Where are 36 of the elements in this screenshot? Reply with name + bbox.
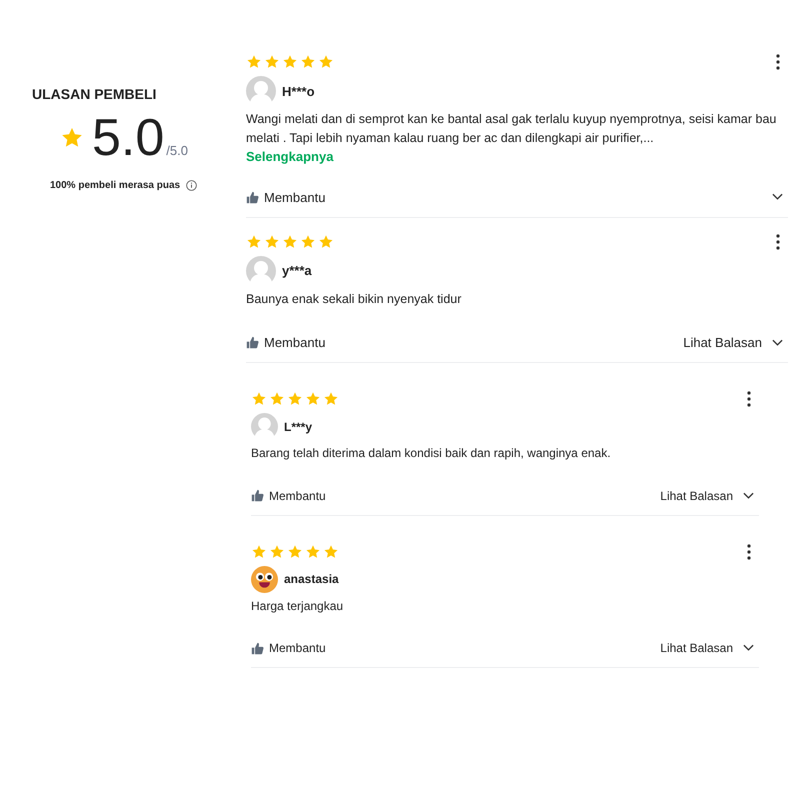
more-options-icon[interactable] (747, 391, 751, 408)
view-replies-link[interactable]: Lihat Balasan (660, 488, 733, 503)
avatar-icon (246, 76, 276, 106)
rating-scale: /5.0 (166, 143, 188, 158)
emoji-avatar-icon (251, 566, 278, 593)
avatar-icon (246, 256, 276, 286)
satisfaction-text: 100% pembeli merasa puas (50, 180, 180, 191)
review-text: Harga terjangkau (251, 598, 344, 615)
thumbs-up-icon (251, 642, 264, 655)
more-options-icon[interactable] (776, 234, 780, 250)
thumbs-up-icon (246, 190, 259, 204)
average-rating: 5.0 (92, 112, 164, 164)
chevron-down-icon[interactable] (743, 644, 754, 652)
avatar-icon (251, 413, 278, 440)
more-options-icon[interactable] (747, 544, 751, 560)
helpful-button[interactable]: Membantu (246, 335, 326, 350)
reviewer-name: y***a (282, 263, 312, 278)
helpful-button[interactable]: Membantu (251, 641, 326, 656)
info-icon[interactable] (186, 180, 198, 191)
reviewer-name: H***o (282, 84, 315, 98)
thumbs-up-icon (251, 489, 264, 502)
reviewer-name: L***y (284, 420, 312, 434)
review-text: Barang telah diterima dalam kondisi baik dan rapih, wanginya enak. (251, 445, 612, 462)
more-options-icon[interactable] (776, 54, 780, 70)
view-replies-link[interactable]: Lihat Balasan (683, 335, 762, 350)
helpful-button[interactable]: Membantu (251, 488, 326, 503)
view-replies-link[interactable]: Lihat Balasan (660, 641, 733, 656)
section-title: ULASAN PEMBELI (32, 86, 158, 102)
chevron-down-icon[interactable] (743, 492, 754, 500)
review-text: Wangi melati dan di semprot kan ke bantal asal gak terlalu kuyup nyemprotnya, seisi kamar bau melati . Tapi lebih nyaman kalau ruang ber ac dan dilengkapi air purifier,... (246, 111, 778, 148)
reviewer-name: anastasia (284, 572, 339, 586)
helpful-button[interactable]: Membantu (246, 190, 326, 205)
chevron-down-icon[interactable] (772, 193, 783, 202)
review-text: Baunya enak sekali bikin nyenyak tidur (246, 290, 462, 308)
thumbs-up-icon (246, 336, 259, 350)
chevron-down-icon[interactable] (772, 338, 783, 347)
